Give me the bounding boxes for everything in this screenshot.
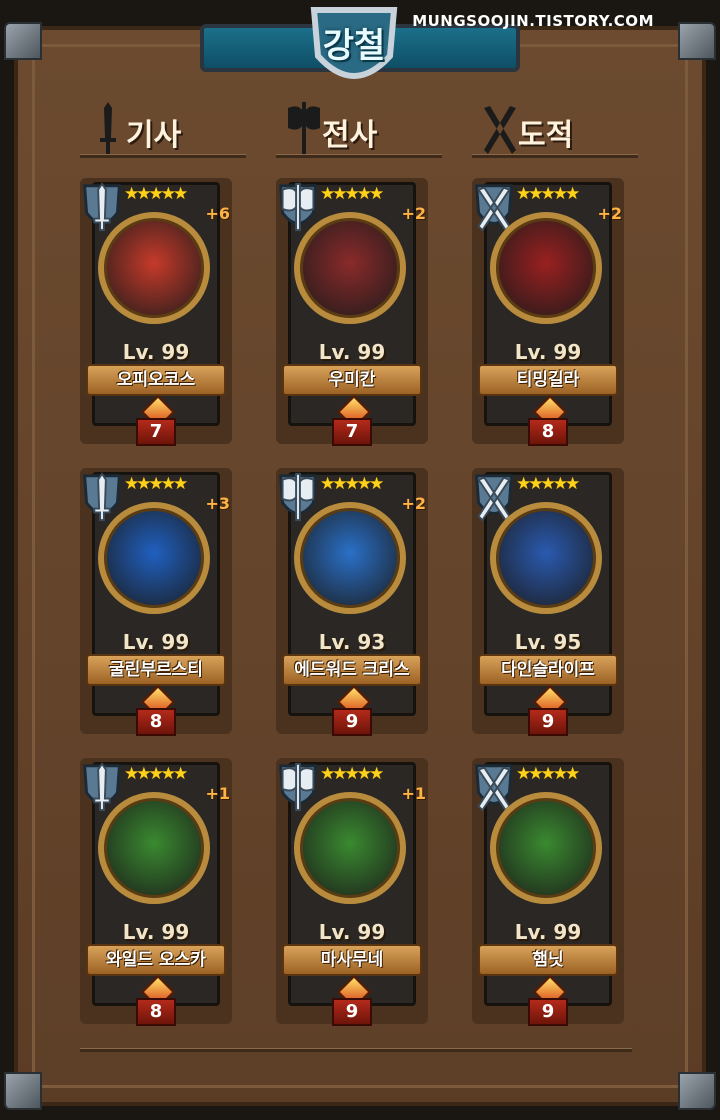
hero-grade: 9 bbox=[528, 998, 568, 1026]
hero-name: 햄닛 bbox=[478, 944, 618, 976]
hero-card[interactable]: ★★★★★ +6 Lv. 99 오피오코스 7 bbox=[80, 178, 232, 448]
hero-portrait bbox=[294, 502, 406, 614]
hero-card[interactable]: ★★★★★ Lv. 95 다인슬라이프 9 bbox=[472, 468, 624, 738]
hero-portrait bbox=[490, 792, 602, 904]
category-label: 도적 bbox=[518, 118, 574, 153]
hero-name: 마사무네 bbox=[282, 944, 422, 976]
frame-corner bbox=[4, 1072, 42, 1110]
star-rating: ★★★★★ bbox=[320, 184, 384, 204]
hero-portrait bbox=[490, 502, 602, 614]
enhance-level: +1 bbox=[401, 784, 426, 803]
hero-name: 오피오코스 bbox=[86, 364, 226, 396]
star-rating: ★★★★★ bbox=[516, 474, 580, 494]
page-title: 강철 bbox=[322, 26, 386, 66]
star-rating: ★★★★★ bbox=[516, 764, 580, 784]
hero-grade: 7 bbox=[332, 418, 372, 446]
hero-card[interactable]: ★★★★★ Lv. 99 햄닛 9 bbox=[472, 758, 624, 1028]
divider bbox=[472, 154, 638, 158]
hero-grade: 8 bbox=[528, 418, 568, 446]
hero-level: Lv. 99 bbox=[514, 920, 582, 944]
frame-corner bbox=[4, 22, 42, 60]
enhance-level: +2 bbox=[597, 204, 622, 223]
hero-level: Lv. 99 bbox=[318, 920, 386, 944]
enhance-level: +1 bbox=[205, 784, 230, 803]
divider bbox=[276, 154, 442, 158]
hero-grade: 9 bbox=[332, 708, 372, 736]
category-rogue: 도적 bbox=[472, 100, 642, 160]
category-knight: 기사 bbox=[80, 100, 250, 160]
hero-name: 굴린부르스티 bbox=[86, 654, 226, 686]
hero-level: Lv. 99 bbox=[122, 630, 190, 654]
hero-name: 티밍길라 bbox=[478, 364, 618, 396]
hero-grade: 8 bbox=[136, 998, 176, 1026]
frame-corner bbox=[678, 1072, 716, 1110]
hero-grade: 9 bbox=[332, 998, 372, 1026]
category-warrior: 전사 bbox=[276, 100, 446, 160]
hero-grade: 8 bbox=[136, 708, 176, 736]
hero-portrait bbox=[294, 792, 406, 904]
hero-portrait bbox=[98, 502, 210, 614]
hero-portrait bbox=[98, 792, 210, 904]
hero-name: 우미칸 bbox=[282, 364, 422, 396]
axe-icon bbox=[288, 102, 320, 156]
hero-card[interactable]: ★★★★★ +1 Lv. 99 마사무네 9 bbox=[276, 758, 428, 1028]
hero-level: Lv. 99 bbox=[514, 340, 582, 364]
star-rating: ★★★★★ bbox=[516, 184, 580, 204]
hero-card[interactable]: ★★★★★ +3 Lv. 99 굴린부르스티 8 bbox=[80, 468, 232, 738]
hero-level: Lv. 99 bbox=[318, 340, 386, 364]
hero-level: Lv. 99 bbox=[122, 340, 190, 364]
hero-grade: 9 bbox=[528, 708, 568, 736]
hero-card[interactable]: ★★★★★ +2 Lv. 99 티밍길라 8 bbox=[472, 178, 624, 448]
star-rating: ★★★★★ bbox=[320, 474, 384, 494]
star-rating: ★★★★★ bbox=[320, 764, 384, 784]
enhance-level: +6 bbox=[205, 204, 230, 223]
divider bbox=[80, 154, 246, 158]
hero-name: 에드워드 크리스 bbox=[282, 654, 422, 686]
hero-level: Lv. 93 bbox=[318, 630, 386, 654]
hero-card[interactable]: ★★★★★ +1 Lv. 99 와일드 오스카 8 bbox=[80, 758, 232, 1028]
hero-level: Lv. 99 bbox=[122, 920, 190, 944]
hero-grade: 7 bbox=[136, 418, 176, 446]
enhance-level: +2 bbox=[401, 494, 426, 513]
hero-name: 와일드 오스카 bbox=[86, 944, 226, 976]
category-label: 기사 bbox=[126, 118, 182, 153]
hero-portrait bbox=[490, 212, 602, 324]
watermark: MUNGSOOJIN.TISTORY.COM bbox=[412, 12, 654, 30]
hero-card[interactable]: ★★★★★ +2 Lv. 99 우미칸 7 bbox=[276, 178, 428, 448]
crossed-blades-icon bbox=[484, 106, 516, 154]
star-rating: ★★★★★ bbox=[124, 474, 188, 494]
frame-corner bbox=[678, 22, 716, 60]
hero-name: 다인슬라이프 bbox=[478, 654, 618, 686]
sword-icon bbox=[100, 102, 116, 156]
star-rating: ★★★★★ bbox=[124, 764, 188, 784]
category-label: 전사 bbox=[322, 118, 378, 153]
hero-portrait bbox=[294, 212, 406, 324]
enhance-level: +3 bbox=[205, 494, 230, 513]
hero-portrait bbox=[98, 212, 210, 324]
hero-card[interactable]: ★★★★★ +2 Lv. 93 에드워드 크리스 9 bbox=[276, 468, 428, 738]
hero-level: Lv. 95 bbox=[514, 630, 582, 654]
divider bbox=[80, 1048, 632, 1052]
enhance-level: +2 bbox=[401, 204, 426, 223]
star-rating: ★★★★★ bbox=[124, 184, 188, 204]
